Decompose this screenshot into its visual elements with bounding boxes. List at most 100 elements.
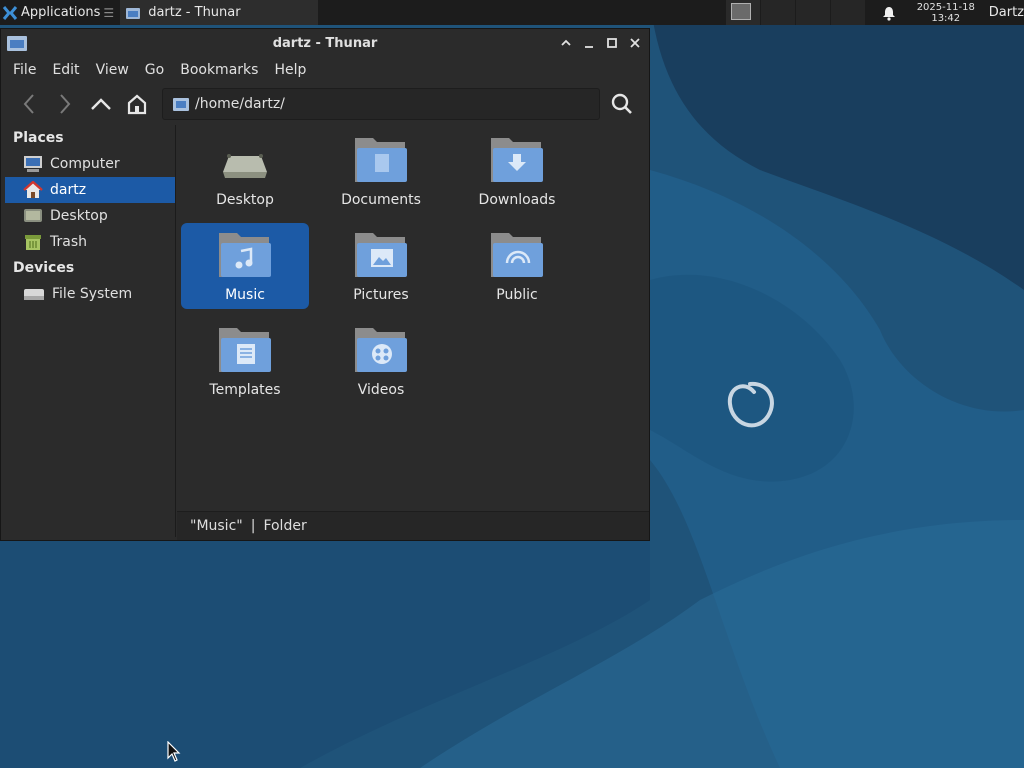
arrow-up-icon <box>91 98 111 110</box>
thunar-window: dartz - Thunar File Edit View Go Bookmar… <box>0 28 650 541</box>
workspace-3[interactable] <box>796 0 831 25</box>
shade-button[interactable] <box>558 35 574 51</box>
home-icon <box>127 94 147 115</box>
workspace-switcher <box>726 0 866 25</box>
folder-icon <box>126 7 141 19</box>
titlebar[interactable]: dartz - Thunar <box>1 29 649 57</box>
statusbar: "Music" | Folder <box>177 511 649 540</box>
file-grid: Desktop Documents Downloads Music Pictur… <box>177 125 649 511</box>
arrow-left-icon <box>23 94 34 114</box>
music-folder-icon <box>219 233 271 277</box>
computer-icon <box>24 156 42 172</box>
drive-icon <box>24 289 44 300</box>
taskbar-label: dartz - Thunar <box>148 5 241 20</box>
pictures-folder-icon <box>355 233 407 277</box>
forward-button[interactable] <box>47 86 83 122</box>
location-bar[interactable]: /home/dartz/ <box>162 88 600 120</box>
file-name: Desktop <box>216 192 274 208</box>
applications-label: Applications <box>21 5 101 20</box>
file-name: Music <box>225 287 265 303</box>
sidebar: Places Computer dartz Desktop Trash Devi… <box>1 125 176 537</box>
file-name: Documents <box>341 192 421 208</box>
sidebar-item-file-system[interactable]: File System <box>1 281 175 307</box>
home-button[interactable] <box>119 86 155 122</box>
arrow-right-icon <box>60 94 71 114</box>
videos-folder-icon <box>355 328 407 372</box>
parent-folder-button[interactable] <box>83 86 119 122</box>
file-item-public[interactable]: Public <box>453 223 581 309</box>
menu-separator-icon: ☰ <box>103 5 115 20</box>
search-icon <box>611 93 632 114</box>
places-header: Places <box>13 130 64 146</box>
toolbar: /home/dartz/ <box>1 82 649 126</box>
maximize-icon <box>607 38 617 48</box>
trash-icon <box>25 235 41 250</box>
user-menu[interactable]: Dartz <box>989 5 1024 20</box>
status-item-name: "Music" <box>190 518 243 534</box>
file-item-documents[interactable]: Documents <box>317 128 445 214</box>
file-item-desktop[interactable]: Desktop <box>181 128 309 214</box>
top-panel: Applications ☰ dartz - Thunar 2025-11-18… <box>0 0 1024 25</box>
clock-time: 13:42 <box>931 12 961 24</box>
file-name: Pictures <box>353 287 409 303</box>
desktop-icon <box>24 209 42 222</box>
templates-folder-icon <box>219 328 271 372</box>
status-item-type: Folder <box>263 518 307 534</box>
close-button[interactable] <box>627 35 643 51</box>
menu-view[interactable]: View <box>88 62 137 78</box>
file-item-downloads[interactable]: Downloads <box>453 128 581 214</box>
xfce-logo-icon <box>2 5 18 20</box>
minimize-icon <box>585 46 593 48</box>
menu-bookmarks[interactable]: Bookmarks <box>172 62 266 78</box>
search-button[interactable] <box>604 86 640 122</box>
location-path: /home/dartz/ <box>195 96 285 112</box>
chevron-up-icon <box>561 39 571 46</box>
file-item-pictures[interactable]: Pictures <box>317 223 445 309</box>
sidebar-item-trash[interactable]: Trash <box>1 229 175 255</box>
public-folder-icon <box>491 233 543 277</box>
sidebar-item-label: dartz <box>50 182 87 198</box>
file-name: Downloads <box>478 192 556 208</box>
folder-icon <box>173 98 189 111</box>
workspace-4[interactable] <box>831 0 866 25</box>
minimize-button[interactable] <box>581 35 597 51</box>
file-item-music[interactable]: Music <box>181 223 309 309</box>
back-button[interactable] <box>11 86 47 122</box>
menu-file[interactable]: File <box>5 62 44 78</box>
sidebar-item-label: Trash <box>50 234 87 250</box>
menu-go[interactable]: Go <box>137 62 172 78</box>
maximize-button[interactable] <box>604 35 620 51</box>
sidebar-item-label: File System <box>52 286 133 302</box>
sidebar-item-label: Desktop <box>50 208 108 224</box>
downloads-folder-icon <box>491 138 543 182</box>
sidebar-item-dartz[interactable]: dartz <box>5 177 175 203</box>
sidebar-item-label: Computer <box>50 156 120 172</box>
menubar: File Edit View Go Bookmarks Help <box>1 57 649 82</box>
menu-help[interactable]: Help <box>266 62 314 78</box>
mouse-cursor-icon <box>167 741 181 762</box>
file-name: Public <box>496 287 538 303</box>
close-icon <box>630 38 640 48</box>
sidebar-item-desktop[interactable]: Desktop <box>1 203 175 229</box>
main-content: Places Computer dartz Desktop Trash Devi… <box>1 125 649 537</box>
system-tray: 2025-11-18 13:42 Dartz <box>881 0 1024 25</box>
workspace-1[interactable] <box>726 0 761 25</box>
file-name: Videos <box>357 382 405 398</box>
file-item-videos[interactable]: Videos <box>317 318 445 404</box>
clock-date: 2025-11-18 <box>916 1 975 13</box>
home-icon <box>23 181 43 198</box>
window-title: dartz - Thunar <box>272 36 378 51</box>
file-name: Templates <box>209 382 281 398</box>
documents-folder-icon <box>355 138 407 182</box>
notification-bell-icon[interactable] <box>881 5 897 21</box>
desktop-folder-icon <box>223 154 267 178</box>
workspace-2[interactable] <box>761 0 796 25</box>
sidebar-item-computer[interactable]: Computer <box>1 151 175 177</box>
menu-edit[interactable]: Edit <box>44 62 87 78</box>
clock[interactable]: 2025-11-18 13:42 <box>907 2 985 24</box>
applications-menu-button[interactable]: Applications ☰ <box>0 0 116 25</box>
status-separator: | <box>250 518 256 534</box>
taskbar-button-thunar[interactable]: dartz - Thunar <box>120 0 319 25</box>
devices-header: Devices <box>13 260 75 276</box>
file-item-templates[interactable]: Templates <box>181 318 309 404</box>
